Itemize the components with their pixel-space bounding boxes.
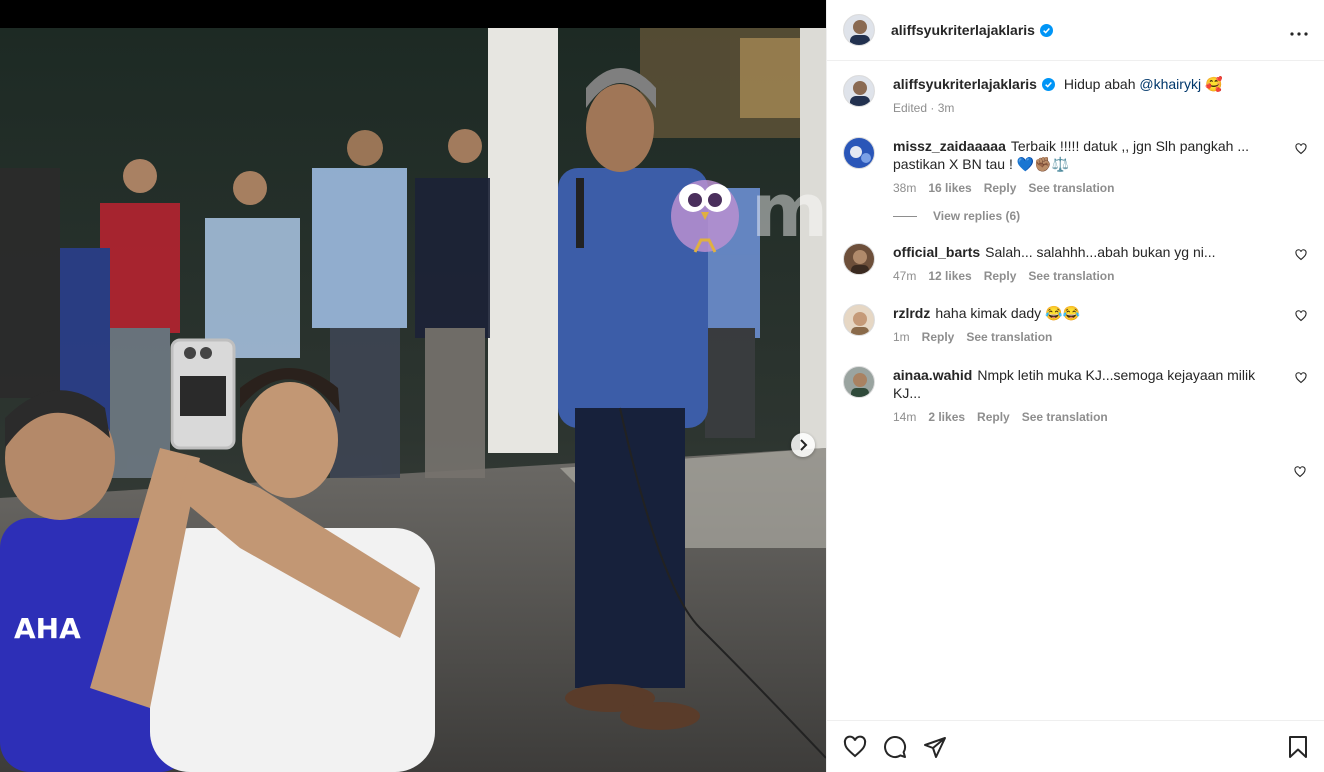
caption-meta: Edited · 3m	[893, 101, 1281, 115]
comment-text: rzlrdz haha kimak dady 😂😂	[893, 304, 1281, 322]
caption-username[interactable]: aliffsyukriterlajaklaris	[893, 76, 1055, 92]
svg-text:AHA: AHA	[14, 612, 81, 645]
comment-username[interactable]: ainaa.wahid	[893, 367, 972, 383]
likes-count[interactable]: 12 likes	[928, 269, 971, 283]
comment-button[interactable]	[883, 735, 907, 759]
avatar[interactable]	[843, 137, 875, 169]
likes-count[interactable]: 2 likes	[928, 410, 965, 424]
like-comment-heart-icon[interactable]	[1295, 249, 1307, 261]
comment-text: ainaa.wahid Nmpk letih muka KJ...semoga k…	[893, 366, 1281, 402]
comment-body: Salah... salahhh...abah bukan yg ni...	[985, 244, 1216, 260]
reply-button[interactable]: Reply	[977, 410, 1010, 424]
caption-text: aliffsyukriterlajaklaris Hidup abah @kha…	[893, 75, 1281, 93]
verified-badge-icon	[1041, 78, 1055, 91]
share-button[interactable]	[923, 735, 947, 759]
view-replies-button[interactable]: View replies (6)	[893, 209, 1281, 223]
comment-time: 14m	[893, 410, 917, 424]
like-comment-heart-icon[interactable]	[1295, 372, 1307, 384]
post-sidebar: aliffsyukriterlajaklaris aliffsyukriterl…	[826, 0, 1324, 772]
replies-divider	[893, 215, 917, 217]
comment-username[interactable]: rzlrdz	[893, 305, 930, 321]
heart-icon	[843, 735, 867, 757]
caption-emoji: 🥰	[1204, 76, 1223, 92]
see-translation-button[interactable]: See translation	[1028, 181, 1114, 195]
heart-icon[interactable]	[1294, 466, 1306, 478]
comment-body: haha kimak dady 😂😂	[935, 305, 1080, 321]
comment-time: 38m	[893, 181, 917, 195]
comment-text: official_barts Salah... salahhh...abah bu…	[893, 243, 1281, 261]
verified-badge-icon	[1039, 24, 1053, 37]
post-photo: AHA murai	[0, 0, 826, 772]
like-comment-heart-icon[interactable]	[1295, 143, 1307, 155]
like-comment-heart-icon[interactable]	[1295, 310, 1307, 322]
likes-count[interactable]: 16 likes	[928, 181, 971, 195]
next-photo-button[interactable]	[791, 433, 815, 457]
comment-icon	[884, 735, 907, 758]
caption: aliffsyukriterlajaklaris Hidup abah @kha…	[843, 75, 1309, 115]
bookmark-icon	[1289, 735, 1307, 758]
list-item: ainaa.wahid Nmpk letih muka KJ...semoga k…	[843, 366, 1309, 424]
avatar-image	[844, 367, 874, 397]
reply-button[interactable]: Reply	[984, 269, 1017, 283]
post-header: aliffsyukriterlajaklaris	[827, 0, 1324, 61]
avatar[interactable]	[843, 14, 875, 46]
reply-button[interactable]: Reply	[984, 181, 1017, 195]
view-replies-label: View replies (6)	[933, 209, 1021, 223]
list-item: missz_zaidaaaaa Terbaik !!!!! datuk ,, jg…	[843, 137, 1309, 223]
comment-username[interactable]: official_barts	[893, 244, 980, 260]
header-username[interactable]: aliffsyukriterlajaklaris	[891, 22, 1053, 38]
avatar-image	[844, 138, 874, 168]
comment-meta: 14m 2 likes Reply See translation	[893, 410, 1281, 424]
avatar-image	[844, 76, 874, 106]
avatar[interactable]	[843, 75, 875, 107]
avatar[interactable]	[843, 243, 875, 275]
comments-list: aliffsyukriterlajaklaris Hidup abah @kha…	[827, 61, 1324, 424]
see-translation-button[interactable]: See translation	[966, 330, 1052, 344]
list-item: official_barts Salah... salahhh...abah bu…	[843, 243, 1309, 283]
avatar-image	[844, 15, 874, 45]
caption-body: Hidup abah	[1063, 76, 1136, 92]
avatar[interactable]	[843, 366, 875, 398]
caption-timestamp: Edited · 3m	[893, 101, 955, 115]
chevron-right-icon	[800, 439, 808, 451]
save-button[interactable]	[1287, 735, 1309, 759]
comment-meta: 38m 16 likes Reply See translation	[893, 181, 1281, 195]
comment-meta: 1m Reply See translation	[893, 330, 1281, 344]
photo-scene: AHA	[0, 28, 826, 772]
comment-text: missz_zaidaaaaa Terbaik !!!!! datuk ,, jg…	[893, 137, 1281, 173]
like-button[interactable]	[843, 735, 867, 759]
avatar-image	[844, 244, 874, 274]
avatar-image	[844, 305, 874, 335]
share-icon	[924, 736, 946, 758]
reply-button[interactable]: Reply	[922, 330, 955, 344]
avatar[interactable]	[843, 304, 875, 336]
post-actions-bar	[827, 720, 1324, 772]
comment-time: 47m	[893, 269, 917, 283]
see-translation-button[interactable]: See translation	[1028, 269, 1114, 283]
caption-mention-link[interactable]: @khairykj	[1139, 76, 1201, 92]
comment-time: 1m	[893, 330, 910, 344]
list-item: rzlrdz haha kimak dady 😂😂 1m Reply See tr…	[843, 304, 1309, 344]
see-translation-button[interactable]: See translation	[1022, 410, 1108, 424]
comment-meta: 47m 12 likes Reply See translation	[893, 269, 1281, 283]
more-options-icon	[1290, 31, 1308, 36]
more-options-button[interactable]	[1290, 25, 1308, 36]
comment-username[interactable]: missz_zaidaaaaa	[893, 138, 1006, 154]
